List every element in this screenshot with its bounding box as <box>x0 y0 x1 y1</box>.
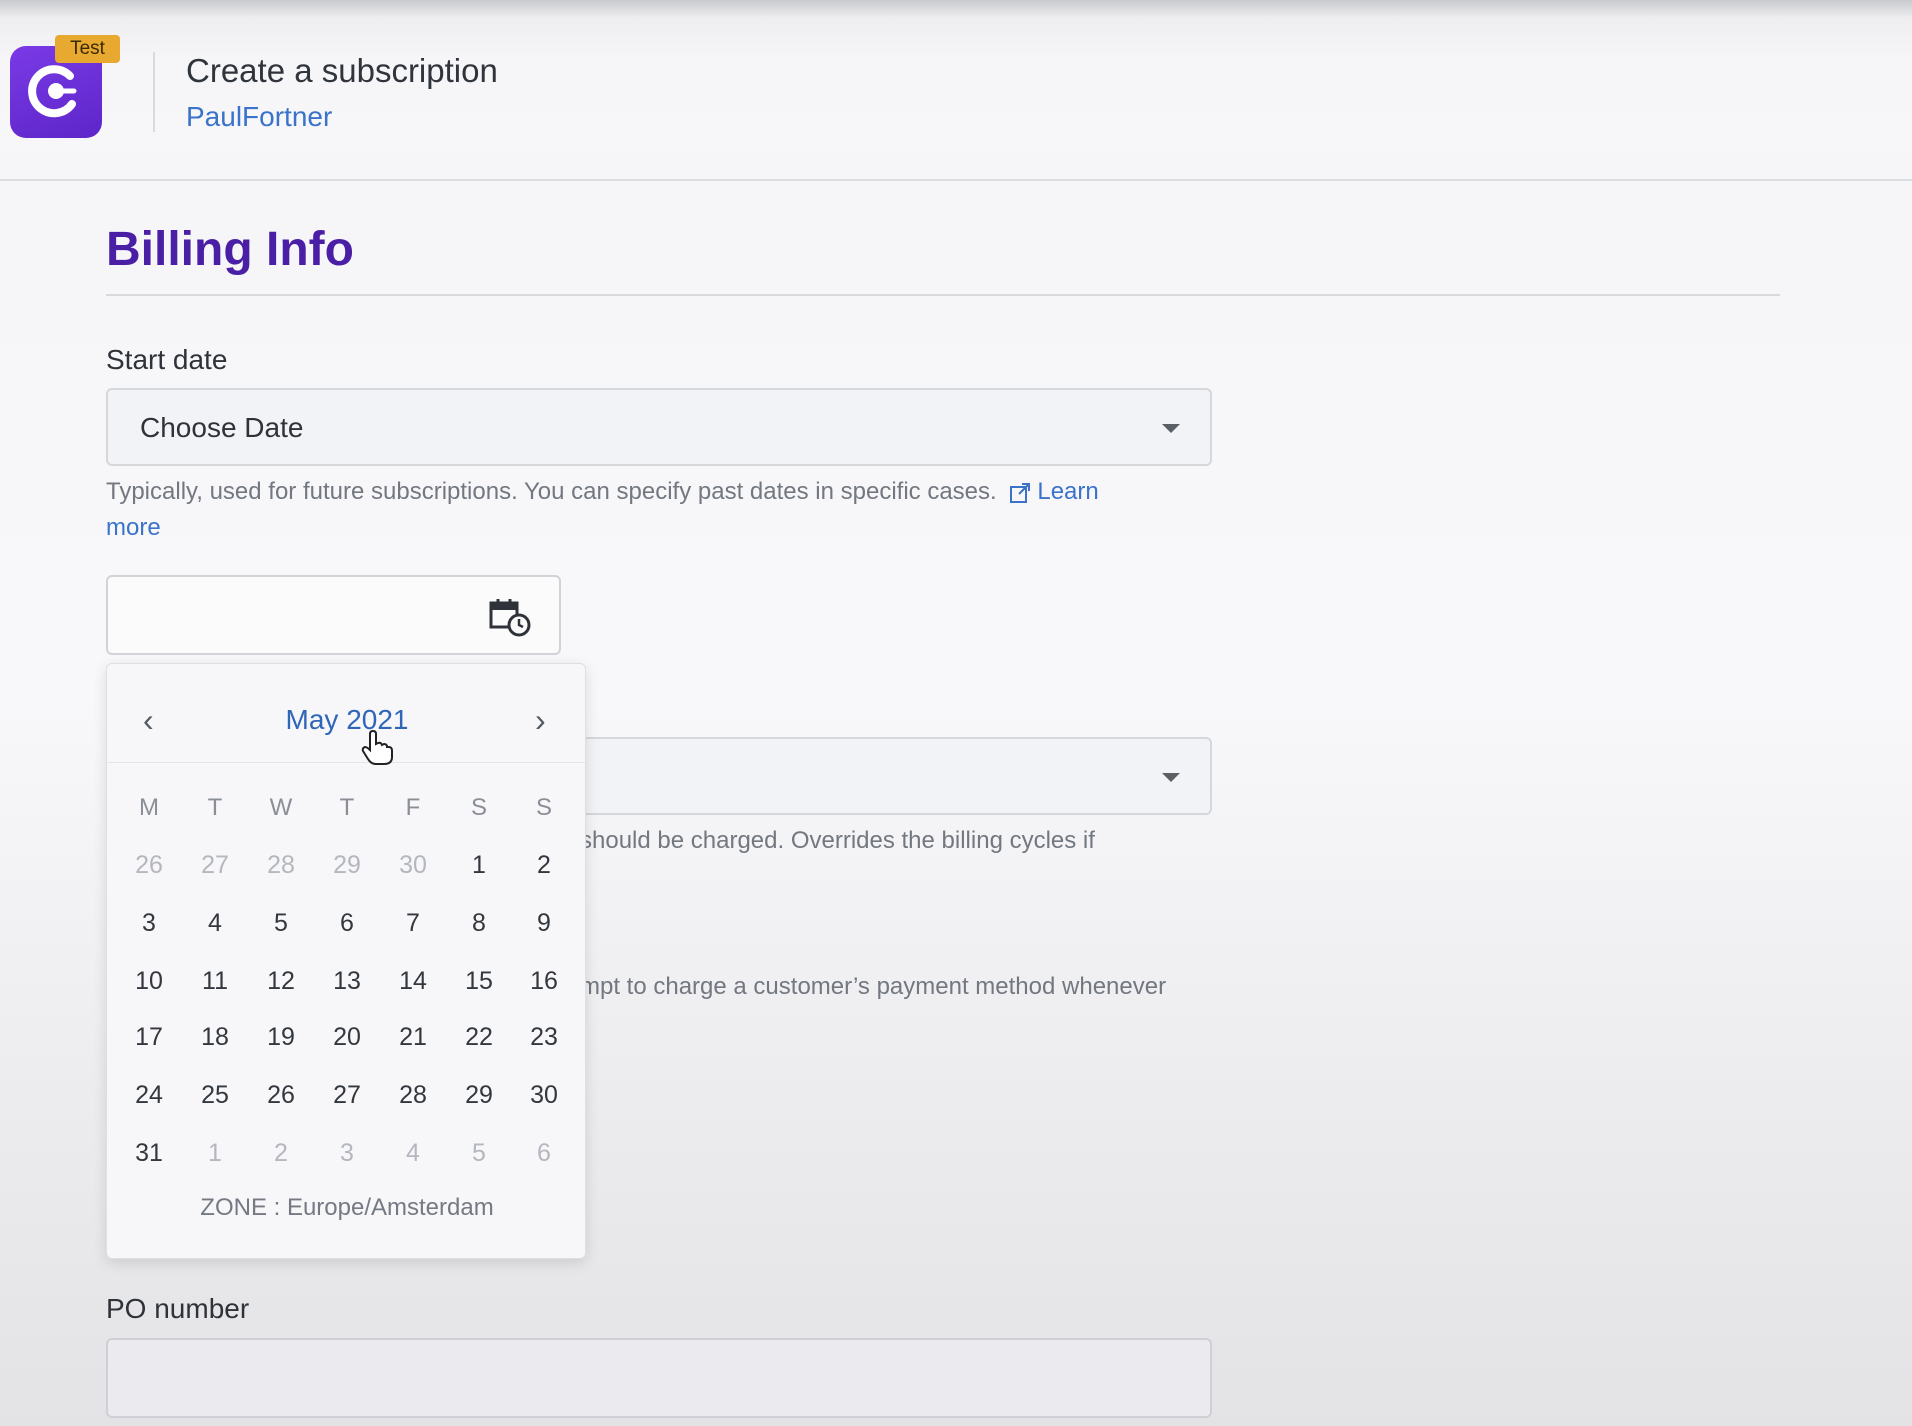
calendar-day[interactable]: 16 <box>516 961 572 1001</box>
calendar-day[interactable]: 14 <box>385 961 441 1001</box>
calendar-day[interactable]: 30 <box>516 1075 572 1115</box>
learn-more-link[interactable]: Learn <box>1037 478 1098 505</box>
calendar-day[interactable]: 31 <box>121 1133 177 1173</box>
weekday-label: S <box>535 794 552 821</box>
weekday-label: M <box>139 794 159 821</box>
calendar-day[interactable]: 27 <box>319 1075 375 1115</box>
calendar-day[interactable]: 8 <box>451 903 507 943</box>
start-date-help-text: Typically, used for future subscriptions… <box>106 478 997 505</box>
calendar-day[interactable]: 12 <box>253 961 309 1001</box>
calendar-day[interactable]: 5 <box>451 1133 507 1173</box>
calendar-day[interactable]: 24 <box>121 1075 177 1115</box>
chevron-down-icon <box>1162 424 1180 433</box>
calendar-day[interactable]: 27 <box>187 845 243 885</box>
calendar-day[interactable]: 2 <box>253 1133 309 1173</box>
calendar-day[interactable]: 25 <box>187 1075 243 1115</box>
calendar-day[interactable]: 5 <box>253 903 309 943</box>
calendar-day[interactable]: 6 <box>516 1133 572 1173</box>
calendar-clock-icon[interactable] <box>488 597 532 637</box>
calendar-day[interactable]: 7 <box>385 903 441 943</box>
calendar-day[interactable]: 2 <box>516 845 572 885</box>
learn-more-link-cont[interactable]: more <box>106 514 161 541</box>
billing-cycles-help: should be charged. Overrides the billing… <box>580 827 1095 854</box>
auto-collection-help: mpt to charge a customer’s payment metho… <box>580 973 1167 1000</box>
po-number-label: PO number <box>106 1293 250 1324</box>
calendar-day[interactable]: 1 <box>187 1133 243 1173</box>
calendar-day[interactable]: 30 <box>385 845 441 885</box>
external-link-icon <box>1010 482 1031 503</box>
header-divider <box>153 52 155 132</box>
calendar-day[interactable]: 10 <box>121 961 177 1001</box>
calendar-day[interactable]: 1 <box>451 845 507 885</box>
calendar-day[interactable]: 28 <box>385 1075 441 1115</box>
calendar-day[interactable]: 4 <box>187 903 243 943</box>
hand-cursor-icon <box>361 730 393 765</box>
date-input[interactable] <box>106 575 561 655</box>
calendar-day[interactable]: 6 <box>319 903 375 943</box>
calendar-day[interactable]: 28 <box>253 845 309 885</box>
calendar-day[interactable]: 26 <box>121 845 177 885</box>
account-link[interactable]: PaulFortner <box>186 101 332 133</box>
calendar-day[interactable]: 3 <box>121 903 177 943</box>
weekday-label: F <box>405 794 421 821</box>
month-year-selector[interactable]: May 2021 <box>107 704 587 736</box>
start-date-value: Choose Date <box>140 412 304 443</box>
weekday-label: T <box>339 794 355 821</box>
section-title: Billing Info <box>106 223 354 276</box>
chevron-down-icon <box>1162 773 1180 782</box>
start-date-label: Start date <box>106 344 228 375</box>
calendar-day[interactable]: 11 <box>187 961 243 1001</box>
date-picker-popover: ‹ May 2021 › MTWTFSS 26 27 28 29 30 1 2 3 4 5 6 7 8 9… <box>106 663 586 1259</box>
calendar-day[interactable]: 4 <box>385 1133 441 1173</box>
calendar-day[interactable]: 19 <box>253 1017 309 1057</box>
start-date-select[interactable]: Choose Date <box>106 388 1212 466</box>
start-date-help: Typically, used for future subscriptions… <box>106 474 1226 546</box>
calendar-day[interactable]: 18 <box>187 1017 243 1057</box>
next-month-button[interactable]: › <box>535 702 546 739</box>
section-divider <box>106 294 1780 296</box>
weekday-label: T <box>207 794 223 821</box>
page-title: Create a subscription <box>186 52 498 89</box>
po-number-input[interactable] <box>106 1338 1212 1418</box>
weekday-label: S <box>470 794 487 821</box>
calendar-day[interactable]: 22 <box>451 1017 507 1057</box>
calendar-day[interactable]: 29 <box>319 845 375 885</box>
calendar-day[interactable]: 17 <box>121 1017 177 1057</box>
calendar-day[interactable]: 21 <box>385 1017 441 1057</box>
calendar-day[interactable]: 29 <box>451 1075 507 1115</box>
test-mode-badge: Test <box>55 35 120 63</box>
calendar-day[interactable]: 26 <box>253 1075 309 1115</box>
calendar-day[interactable]: 23 <box>516 1017 572 1057</box>
calendar-day[interactable]: 20 <box>319 1017 375 1057</box>
logo-mark-icon <box>28 65 77 118</box>
calendar-day[interactable]: 3 <box>319 1133 375 1173</box>
calendar-day[interactable]: 15 <box>451 961 507 1001</box>
calendar-day[interactable]: 9 <box>516 903 572 943</box>
calendar-day[interactable]: 13 <box>319 961 375 1001</box>
top-header: Test Create a subscription PaulFortner <box>0 0 1912 181</box>
weekday-label: W <box>269 794 293 821</box>
timezone-label: ZONE : Europe/Amsterdam <box>200 1194 494 1221</box>
calendar-divider <box>107 762 585 763</box>
